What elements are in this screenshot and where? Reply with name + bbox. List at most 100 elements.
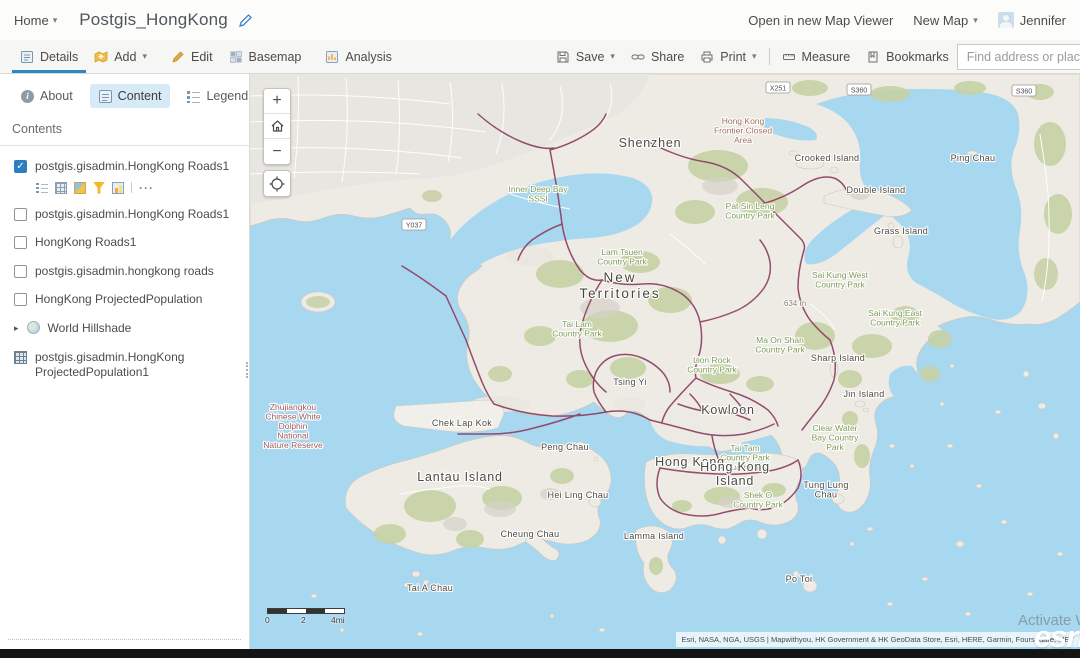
layer-label[interactable]: World Hillshade bbox=[48, 321, 132, 337]
svg-text:S360: S360 bbox=[1016, 89, 1032, 96]
map-label: 634 m bbox=[784, 299, 807, 308]
legend-icon bbox=[187, 90, 200, 103]
user-menu[interactable]: Jennifer bbox=[998, 12, 1066, 28]
edit-label: Edit bbox=[191, 50, 213, 64]
analysis-button[interactable]: Analysis bbox=[317, 40, 400, 73]
chevron-down-icon: ▾ bbox=[610, 51, 615, 62]
avatar bbox=[998, 12, 1014, 28]
map-label: Po Toi bbox=[786, 574, 813, 584]
layer-item[interactable]: HongKong ProjectedPopulation bbox=[0, 283, 249, 312]
sidebar-resize-handle[interactable] bbox=[246, 362, 248, 378]
road-shield: Y037 bbox=[402, 219, 426, 230]
layer-item[interactable]: ✓ postgis.gisadmin.HongKong Roads1 bbox=[0, 150, 249, 179]
map-label: Kowloon bbox=[701, 403, 755, 417]
layer-item[interactable]: postgis.gisadmin.HongKong ProjectedPopul… bbox=[0, 341, 249, 385]
svg-text:Y037: Y037 bbox=[406, 223, 422, 230]
toolbar: Details Add ▾ Edit Basemap Analysis Save… bbox=[0, 40, 1080, 74]
layer-label[interactable]: HongKong Roads1 bbox=[35, 235, 136, 251]
home-extent-button[interactable] bbox=[264, 114, 290, 139]
esri-logo: esri bbox=[1034, 619, 1080, 649]
chevron-down-icon: ▾ bbox=[752, 51, 757, 62]
share-label: Share bbox=[651, 50, 684, 64]
tab-content[interactable]: Content bbox=[90, 84, 171, 108]
measure-ruler-icon bbox=[782, 50, 796, 64]
tab-about[interactable]: About bbox=[12, 84, 82, 108]
road-shield: S360 bbox=[1012, 85, 1036, 96]
layer-checkbox[interactable]: ✓ bbox=[14, 160, 27, 173]
search-input[interactable] bbox=[957, 44, 1080, 70]
map-label: Lantau Island bbox=[417, 470, 502, 484]
map-label: Chek Lap Kok bbox=[432, 418, 492, 428]
layer-label[interactable]: postgis.gisadmin.HongKong Roads1 bbox=[35, 159, 229, 175]
basemap-button[interactable]: Basemap bbox=[221, 40, 310, 73]
expand-caret-icon[interactable]: ▸ bbox=[14, 323, 19, 335]
layer-label[interactable]: postgis.gisadmin.HongKong Roads1 bbox=[35, 207, 229, 223]
layer-item[interactable]: HongKong Roads1 bbox=[0, 226, 249, 255]
new-map-menu[interactable]: New Map ▾ bbox=[913, 13, 977, 28]
scale-segment bbox=[268, 609, 287, 613]
map-viewer-app: Home ▾ Postgis_HongKong Open in new Map … bbox=[0, 0, 1080, 658]
scale-label: 2 bbox=[301, 615, 306, 625]
filter-icon[interactable] bbox=[93, 182, 105, 194]
home-menu[interactable]: Home ▾ bbox=[14, 13, 57, 28]
edit-button[interactable]: Edit bbox=[163, 40, 221, 73]
details-button[interactable]: Details bbox=[12, 40, 86, 73]
tools-divider bbox=[131, 182, 132, 193]
tab-content-label: Content bbox=[118, 89, 162, 103]
analysis-label: Analysis bbox=[345, 50, 392, 64]
open-new-map-viewer-link[interactable]: Open in new Map Viewer bbox=[748, 13, 893, 28]
zoom-in-button[interactable]: + bbox=[264, 89, 290, 114]
layer-item[interactable]: postgis.gisadmin.HongKong Roads1 bbox=[0, 198, 249, 227]
details-label: Details bbox=[40, 50, 78, 64]
new-map-label: New Map bbox=[913, 13, 968, 28]
layer-checkbox[interactable] bbox=[14, 236, 27, 249]
map-label: Lamma Island bbox=[624, 531, 684, 541]
add-button[interactable]: Add ▾ bbox=[86, 40, 155, 73]
layer-label[interactable]: postgis.gisadmin.HongKong ProjectedPopul… bbox=[35, 350, 239, 381]
map-attribution: Esri, NASA, NGA, USGS | Mapwithyou, HK G… bbox=[676, 632, 1080, 647]
edit-pencil-icon bbox=[171, 50, 185, 64]
contents-heading: Contents bbox=[0, 116, 249, 146]
show-legend-icon[interactable] bbox=[36, 182, 48, 194]
chevron-down-icon: ▾ bbox=[973, 15, 978, 26]
map-canvas[interactable]: X251S360S360Y037 ShenzhenHong KongFronti… bbox=[250, 74, 1080, 649]
layer-item[interactable]: ▸ World Hillshade bbox=[0, 312, 249, 341]
layer-checkbox[interactable] bbox=[14, 208, 27, 221]
change-style-icon[interactable] bbox=[74, 182, 86, 194]
layer-label[interactable]: HongKong ProjectedPopulation bbox=[35, 292, 202, 308]
save-button[interactable]: Save ▾ bbox=[548, 40, 623, 73]
find-my-location-button[interactable] bbox=[263, 170, 291, 197]
scale-segment bbox=[325, 609, 344, 613]
map-label: Sai Kung EastCountry Park bbox=[868, 308, 923, 328]
basemap: X251S360S360Y037 ShenzhenHong KongFronti… bbox=[250, 74, 1080, 649]
map-label: Sai Kung WestCountry Park bbox=[812, 270, 869, 290]
scale-segment bbox=[306, 609, 325, 613]
edit-title-icon[interactable] bbox=[238, 13, 253, 28]
bookmarks-button[interactable]: Bookmarks bbox=[858, 40, 957, 73]
map-label: Ping Chau bbox=[951, 153, 996, 163]
layer-checkbox[interactable] bbox=[14, 293, 27, 306]
map-label: Pat Sin LengCountry Park bbox=[725, 201, 775, 221]
map-label: Shenzhen bbox=[619, 136, 682, 150]
more-options-button[interactable]: ··· bbox=[139, 185, 154, 191]
map-label: Crooked Island bbox=[795, 153, 860, 163]
scale-segment bbox=[287, 609, 306, 613]
map-label: Hei Ling Chau bbox=[548, 490, 609, 500]
measure-button[interactable]: Measure bbox=[774, 40, 859, 73]
zoom-out-button[interactable]: − bbox=[264, 139, 290, 164]
share-button[interactable]: Share bbox=[623, 40, 692, 73]
print-button[interactable]: Print ▾ bbox=[692, 40, 764, 73]
map-label: Lam TsuenCountry Park bbox=[597, 247, 647, 267]
sidebar-tabs: About Content Legend ◂ bbox=[0, 74, 249, 116]
page-title: Postgis_HongKong bbox=[79, 10, 228, 30]
analysis-icon bbox=[325, 50, 339, 64]
layer-item[interactable]: postgis.gisadmin.hongkong roads bbox=[0, 255, 249, 284]
map-label: Double Island bbox=[847, 185, 906, 195]
show-table-icon[interactable] bbox=[55, 182, 67, 194]
layer-checkbox[interactable] bbox=[14, 265, 27, 278]
perform-analysis-icon[interactable] bbox=[112, 182, 124, 194]
scale-bar: 0 2 4mi bbox=[267, 608, 345, 625]
layer-label[interactable]: postgis.gisadmin.hongkong roads bbox=[35, 264, 214, 280]
tab-legend[interactable]: Legend bbox=[178, 84, 257, 108]
basemap-label: Basemap bbox=[249, 50, 302, 64]
